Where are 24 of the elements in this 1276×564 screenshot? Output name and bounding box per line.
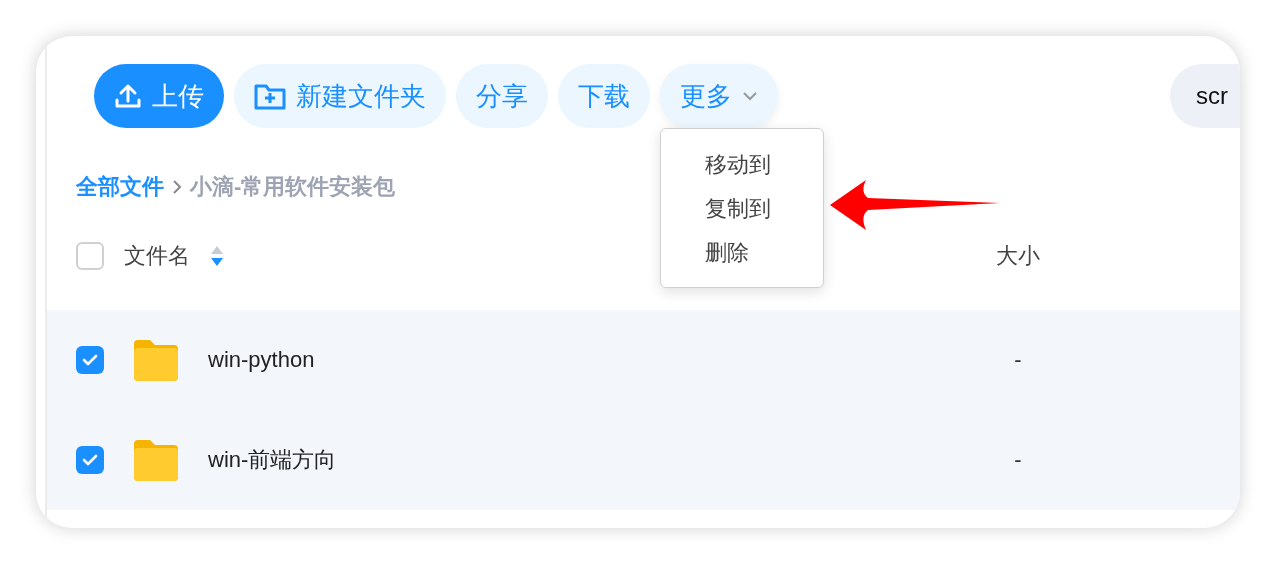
chevron-down-icon [742,91,758,101]
sort-icon[interactable] [210,245,224,267]
chevron-right-icon [172,179,182,195]
file-name: win-前端方向 [208,446,337,474]
row-checkbox[interactable] [76,346,104,374]
select-all-checkbox[interactable] [76,242,104,270]
file-size: - [1014,347,1022,373]
menu-item[interactable]: 删除 [661,231,823,275]
menu-item[interactable]: 移动到 [661,143,823,187]
column-header[interactable]: 文件名 [124,241,190,271]
column-header[interactable]: 大小 [996,241,1040,271]
file-size: - [1014,447,1022,473]
file-row[interactable]: win-python - [47,310,1240,410]
check-icon [82,354,98,366]
search-field[interactable]: scr [1170,64,1240,128]
file-name: win-python [208,347,315,373]
folder-icon [132,438,180,482]
folder-icon [132,338,180,382]
folder-plus-icon [254,82,286,110]
row-checkbox[interactable] [76,446,104,474]
file-row[interactable]: win-前端方向 - [47,410,1240,510]
check-icon [82,454,98,466]
menu-item[interactable]: 复制到 [661,187,823,231]
upload-icon [114,82,142,110]
